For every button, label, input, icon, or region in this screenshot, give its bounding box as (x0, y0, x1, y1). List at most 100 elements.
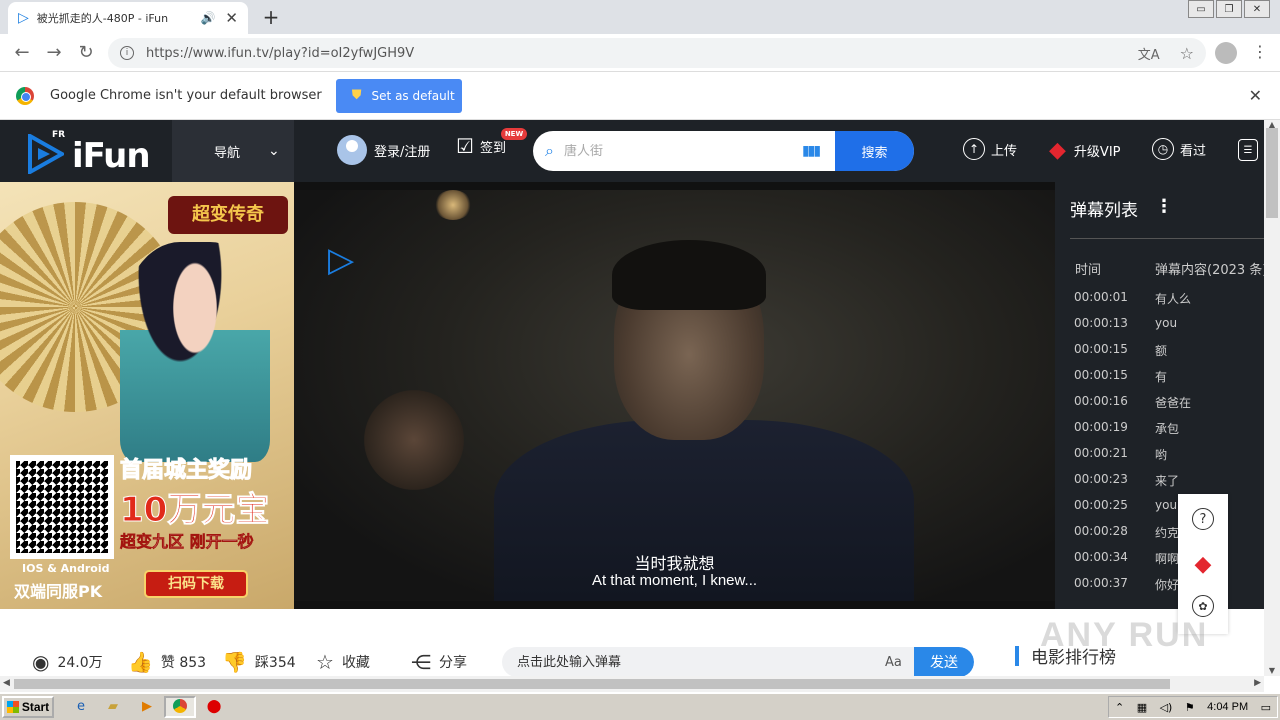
chrome-logo-icon (16, 86, 34, 105)
danmaku-row[interactable]: 00:00:15 额 (1074, 342, 1264, 368)
vip-button[interactable]: ◆ 升级VIP (1049, 138, 1121, 163)
diamond-icon: ◆ (1049, 138, 1066, 163)
message-list-icon[interactable]: ☰ (1238, 139, 1258, 161)
danmaku-row[interactable]: 00:00:34 啊啊 (1074, 550, 1264, 576)
qr-code-image (10, 455, 114, 559)
forward-button[interactable]: → (38, 42, 70, 63)
voice-bars-icon[interactable]: ▮▮▮ (802, 143, 821, 159)
profile-avatar[interactable] (1215, 42, 1237, 64)
tab-close-icon[interactable]: ✕ (225, 9, 238, 27)
stop-icon[interactable]: ⬤ (205, 699, 223, 715)
vertical-scroll-thumb[interactable] (1266, 128, 1278, 218)
browser-tab[interactable]: ▷ 被光抓走的人-480P - iFun 🔊 ✕ (8, 2, 248, 34)
danmaku-panel: 弹幕列表 ⋮ 时间 弹幕内容(2023 条) 00:00:01 有人么 00:00:… (1055, 182, 1264, 609)
video-hair (612, 240, 766, 310)
horizontal-scrollbar[interactable]: ◀ ▶ (0, 676, 1264, 692)
login-label: 登录/注册 (374, 144, 431, 160)
infobar-close-icon[interactable]: ✕ (1249, 86, 1262, 105)
browser-menu-icon[interactable]: ⋮ (1252, 42, 1268, 61)
volume-icon[interactable]: ◁) (1160, 701, 1173, 714)
danmaku-input[interactable] (517, 654, 877, 670)
site-info-icon[interactable]: i (120, 46, 134, 60)
danmaku-row[interactable]: 00:00:37 你好 (1074, 576, 1264, 602)
start-button[interactable]: Start (2, 696, 54, 718)
danmaku-time: 00:00:13 (1074, 316, 1128, 330)
ad-banner[interactable]: 超变传奇 首届城主奖励 10万元宝 超变九区 刚开一秒 IOS & Androi… (0, 182, 294, 609)
address-bar[interactable]: i https://www.ifun.tv/play?id=oI2yfwJGH9… (108, 38, 1206, 68)
anyrun-watermark: ANY RUN (1040, 616, 1209, 654)
video-watermark-icon: ▷ (328, 240, 355, 280)
danmaku-row[interactable]: 00:00:19 承包 (1074, 420, 1264, 446)
back-button[interactable]: ← (6, 42, 38, 63)
vertical-scrollbar[interactable]: ▲ ▼ (1264, 120, 1280, 676)
danmaku-row[interactable]: 00:00:15 有 (1074, 368, 1264, 394)
restore-button[interactable]: ❐ (1216, 0, 1242, 18)
danmaku-row[interactable]: 00:00:16 爸爸在 (1074, 394, 1264, 420)
danmaku-text: 承包 (1155, 422, 1180, 436)
media-player-icon[interactable]: ▶ (138, 699, 156, 715)
film-reel-icon[interactable]: ✿ (1192, 595, 1214, 617)
danmaku-row[interactable]: 00:00:21 哟 (1074, 446, 1264, 472)
video-frame[interactable]: ▷ 当时我就想 At that moment, I knew... (294, 190, 1055, 601)
ad-line3: 超变九区 刚开一秒 (120, 532, 254, 552)
ie-icon[interactable]: e (72, 699, 90, 715)
vip-diamond-icon[interactable]: ◆ (1195, 552, 1212, 577)
network-icon[interactable]: ▦ (1137, 701, 1147, 714)
bookmark-star-icon[interactable]: ☆ (1180, 44, 1194, 63)
login-button[interactable]: 登录/注册 (337, 135, 430, 165)
tray-expand-icon[interactable]: ⌃ (1115, 701, 1124, 714)
history-button[interactable]: ◷ 看过 (1152, 138, 1206, 160)
font-style-toggle[interactable]: Aa (885, 655, 902, 670)
new-tab-button[interactable]: + (260, 5, 282, 29)
horizontal-scroll-thumb[interactable] (14, 679, 1170, 689)
video-hand (364, 390, 464, 490)
logo-fr: FR (52, 130, 66, 140)
subtitle-chinese: 当时我就想 (634, 554, 715, 573)
danmaku-text: 啊啊 (1155, 552, 1180, 566)
tab-audio-icon[interactable]: 🔊 (200, 11, 215, 25)
help-icon[interactable]: ? (1192, 508, 1214, 530)
ad-line2: 10万元宝 (119, 490, 270, 531)
signin-button[interactable]: ☑ 签到 (456, 134, 506, 158)
danmaku-row[interactable]: 00:00:28 约克 (1074, 524, 1264, 550)
send-danmaku-button[interactable]: 发送 (914, 647, 974, 677)
like-button[interactable]: 👍 赞 853 (128, 650, 206, 674)
search-button[interactable]: 搜索 (835, 131, 914, 171)
danmaku-time: 00:00:19 (1074, 420, 1128, 434)
scroll-left-arrow-icon[interactable]: ◀ (3, 678, 10, 688)
url-text[interactable]: https://www.ifun.tv/play?id=oI2yfwJGH9V (146, 46, 1138, 61)
upload-button[interactable]: ↑ 上传 (963, 138, 1017, 160)
thumbs-down-icon: 👎 (222, 650, 247, 674)
danmaku-row[interactable]: 00:00:25 you (1074, 498, 1264, 524)
danmaku-row[interactable]: 00:00:13 you (1074, 316, 1264, 342)
folder-icon[interactable]: ▰ (104, 699, 122, 715)
eye-icon: ◉ (32, 650, 50, 674)
ifun-logo[interactable]: FR iFun (28, 130, 168, 176)
video-player[interactable]: ▷ 当时我就想 At that moment, I knew... (294, 182, 1055, 609)
ad-download-button[interactable]: 扫码下载 (144, 570, 248, 598)
danmaku-text: 哟 (1155, 448, 1168, 462)
search-input[interactable] (563, 143, 784, 159)
scroll-right-arrow-icon[interactable]: ▶ (1254, 678, 1261, 688)
share-button[interactable]: ⋲ 分享 (411, 650, 467, 674)
scroll-down-arrow-icon[interactable]: ▼ (1264, 666, 1280, 676)
translate-icon[interactable]: 文A (1138, 44, 1160, 63)
danmaku-row[interactable]: 00:00:01 有人么 (1074, 290, 1264, 316)
start-label: Start (21, 700, 50, 714)
infobar-message: Google Chrome isn't your default browser (50, 88, 322, 103)
danmaku-row[interactable]: 00:00:23 来了 (1074, 472, 1264, 498)
new-badge: NEW (501, 128, 527, 140)
dislike-button[interactable]: 👎 踩354 (222, 650, 296, 674)
set-as-default-button[interactable]: ⛊ Set as default (335, 78, 462, 113)
favorite-button[interactable]: ☆ 收藏 (316, 650, 370, 674)
window-close-button[interactable]: ✕ (1244, 0, 1270, 18)
user-avatar-icon (337, 135, 367, 165)
nav-menu-button[interactable]: 导航 ⌄ (172, 120, 294, 182)
danmaku-time: 00:00:16 (1074, 394, 1128, 408)
subtitle-english: At that moment, I knew... (591, 572, 758, 589)
flag-icon[interactable]: ⚑ (1185, 701, 1195, 714)
reload-button[interactable]: ↻ (70, 42, 102, 63)
more-options-icon[interactable]: ⋮ (1155, 196, 1173, 217)
show-desktop-icon[interactable]: ▭ (1261, 701, 1271, 714)
minimize-button[interactable]: ▭ (1188, 0, 1214, 18)
